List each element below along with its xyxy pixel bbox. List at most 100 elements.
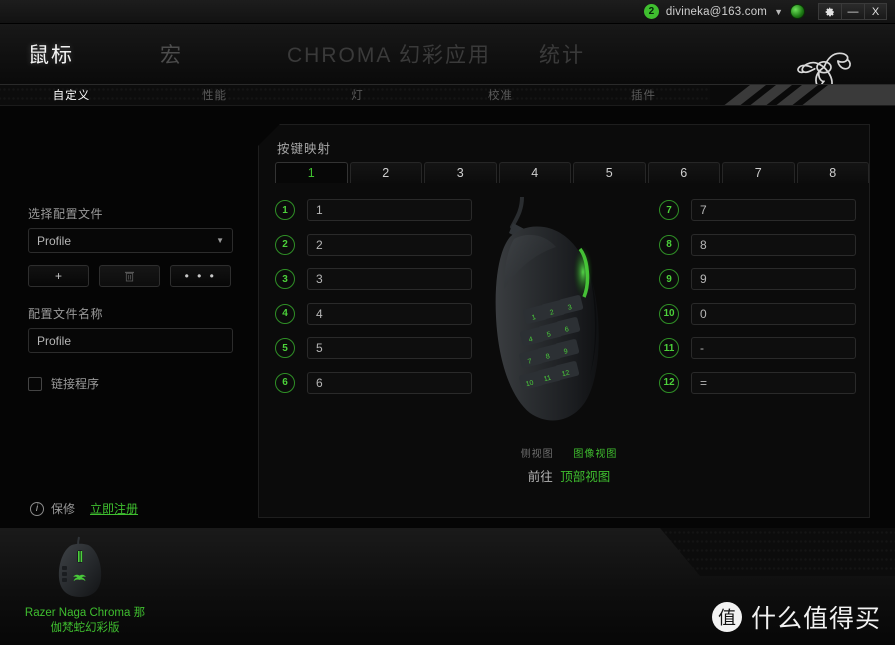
key-badge-1: 1: [275, 200, 295, 220]
device-name-line2: 伽梵蛇幻彩版: [50, 622, 120, 634]
key-binding-value: 0: [700, 306, 707, 321]
key-binding-input-1[interactable]: 1: [307, 199, 472, 221]
key-binding-input-12[interactable]: =: [691, 371, 856, 394]
side-view-label[interactable]: 侧视图: [521, 449, 554, 460]
key-badge-9: 9: [659, 269, 679, 289]
key-group-tab-3[interactable]: 3: [424, 162, 497, 183]
key-group-tab-7[interactable]: 7: [722, 162, 795, 183]
razer-synapse-window: 2 divineka@163.com ▼ — X 鼠标 宏 CHROMA 幻彩应…: [0, 0, 895, 645]
key-binding-value: 7: [700, 203, 707, 217]
device-name-label: Razer Naga Chroma 那 伽梵蛇幻彩版: [0, 606, 170, 636]
key-binding-value: 1: [316, 203, 323, 217]
link-program-checkbox[interactable]: [28, 376, 42, 391]
globe-icon[interactable]: [790, 4, 805, 19]
key-badge-10: 10: [659, 303, 679, 324]
key-binding-input-9[interactable]: 9: [691, 268, 856, 290]
key-group-tab-bar: 1 2 3 4 5 6 7 8: [259, 162, 870, 183]
decorative-stripes: [710, 85, 895, 105]
key-binding-input-6[interactable]: 6: [307, 371, 472, 394]
settings-button[interactable]: [818, 3, 841, 20]
main-tab-stats[interactable]: 统计: [513, 39, 607, 69]
view-label-group: 侧视图 图像视图 前往 顶部视图: [474, 445, 664, 485]
key-binding-value: 2: [316, 237, 323, 252]
key-mapping-row: 1 1: [275, 199, 472, 221]
device-name-line1: Razer Naga Chroma 那: [24, 607, 146, 619]
key-badge-2: 2: [275, 234, 295, 255]
watermark: 值 什么值得买: [711, 599, 881, 635]
key-mapping-row: 2 2: [275, 233, 472, 256]
key-badge-3: 3: [275, 269, 295, 289]
profile-name-input[interactable]: Profile: [28, 328, 233, 353]
mouse-side-view-image[interactable]: 1 2 3 4 5 6 7 8 9 10 11 12: [484, 197, 649, 447]
key-mapping-row: 5 5: [275, 337, 472, 359]
main-tab-mouse[interactable]: 鼠标: [0, 39, 96, 69]
link-program-label: 链接程序: [51, 377, 100, 391]
key-binding-input-7[interactable]: 7: [691, 199, 856, 221]
user-email-label: divineka@163.com: [665, 5, 768, 18]
key-binding-input-8[interactable]: 8: [691, 233, 856, 256]
key-mapping-row: 11 -: [659, 337, 856, 359]
sub-tab-bar: 自定义 性能 灯 校准 插件: [0, 84, 895, 106]
key-mapping-list-left: 1 1 2 2 3 3 4 4 5 5 6 6: [275, 199, 472, 406]
more-profile-button[interactable]: • • •: [170, 265, 231, 287]
key-mapping-row: 10 0: [659, 302, 856, 325]
key-group-tab-4[interactable]: 4: [498, 162, 571, 183]
key-badge-7: 7: [659, 200, 679, 220]
key-mapping-row: 12 =: [659, 371, 856, 394]
key-group-tab-2[interactable]: 2: [349, 162, 422, 183]
key-binding-value: 4: [316, 306, 323, 321]
key-binding-input-5[interactable]: 5: [307, 337, 472, 359]
title-bar-right-group: 2 divineka@163.com ▼ — X: [643, 3, 895, 20]
chevron-down-icon[interactable]: ▼: [774, 7, 783, 17]
sub-tab-lighting[interactable]: 灯: [286, 87, 429, 103]
key-binding-input-3[interactable]: 3: [307, 268, 472, 290]
main-tab-chroma-apps[interactable]: CHROMA 幻彩应用: [205, 39, 513, 69]
sub-tab-customize[interactable]: 自定义: [0, 87, 143, 103]
key-binding-input-11[interactable]: -: [691, 337, 856, 359]
key-mapping-row: 8 8: [659, 233, 856, 256]
more-dots-icon: • • •: [184, 269, 217, 283]
key-binding-input-10[interactable]: 0: [691, 302, 856, 325]
image-view-label[interactable]: 图像视图: [573, 449, 617, 460]
watermark-logo-icon: 值: [711, 602, 742, 632]
key-group-tab-8[interactable]: 8: [796, 162, 869, 183]
key-binding-value: 3: [316, 272, 323, 286]
sub-tab-calibration[interactable]: 校准: [429, 87, 572, 103]
main-tab-bar: 鼠标 宏 CHROMA 幻彩应用 统计: [0, 24, 607, 84]
title-bar: 2 divineka@163.com ▼ — X: [0, 0, 895, 24]
delete-profile-button[interactable]: [99, 265, 160, 287]
key-group-tab-6[interactable]: 6: [647, 162, 720, 183]
key-binding-value: -: [700, 341, 704, 355]
device-thumbnail[interactable]: [52, 536, 108, 598]
profile-select[interactable]: Profile ▼: [28, 228, 233, 253]
gear-icon: [825, 7, 834, 16]
main-tab-macro[interactable]: 宏: [96, 39, 205, 69]
top-view-link[interactable]: 顶部视图: [560, 470, 610, 484]
key-badge-5: 5: [275, 338, 295, 358]
key-binding-input-4[interactable]: 4: [307, 302, 472, 325]
add-profile-button[interactable]: +: [28, 265, 89, 287]
notification-badge[interactable]: 2: [643, 4, 659, 19]
trash-icon: [125, 271, 134, 281]
profile-name-label: 配置文件名称: [28, 307, 104, 321]
close-button[interactable]: X: [864, 3, 887, 20]
key-mapping-row: 3 3: [275, 268, 472, 290]
key-group-tab-5[interactable]: 5: [573, 162, 646, 183]
warranty-row: i 保修 立即注册: [30, 500, 138, 517]
minimize-button[interactable]: —: [841, 3, 864, 20]
sub-tab-plugins[interactable]: 插件: [572, 87, 715, 103]
key-binding-input-2[interactable]: 2: [307, 233, 472, 256]
key-group-tab-1[interactable]: 1: [275, 162, 348, 183]
warranty-label: 保修: [51, 502, 76, 516]
chevron-down-icon: ▼: [216, 236, 224, 245]
select-profile-label: 选择配置文件: [28, 207, 104, 221]
info-icon[interactable]: i: [30, 501, 44, 516]
key-mapping-row: 4 4: [275, 302, 472, 325]
key-badge-6: 6: [275, 372, 295, 393]
panel-title: 按键映射: [277, 142, 332, 156]
register-now-link[interactable]: 立即注册: [90, 500, 138, 517]
link-program-row[interactable]: 链接程序: [28, 375, 233, 392]
sub-tab-performance[interactable]: 性能: [143, 87, 286, 103]
key-binding-value: 5: [316, 341, 323, 355]
watermark-text: 什么值得买: [750, 605, 881, 633]
